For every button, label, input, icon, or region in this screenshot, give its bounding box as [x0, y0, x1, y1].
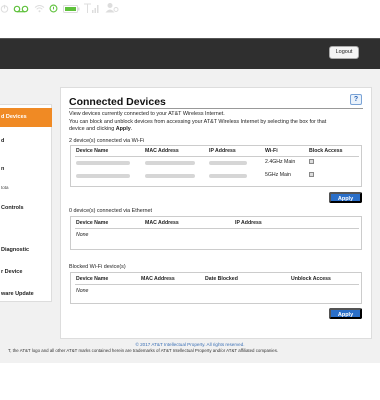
col-mac-address: MAC Address	[145, 220, 179, 226]
sidebar-item-diagnostic[interactable]: Diagnostic	[0, 247, 52, 253]
sidebar-item-2[interactable]: n	[0, 166, 52, 172]
redacted-mac	[145, 174, 195, 178]
redacted-ip	[209, 161, 247, 165]
description-apply: Apply	[115, 126, 131, 132]
redacted-device-name	[76, 174, 130, 178]
page-description: View devices currently connected to your…	[69, 111, 369, 134]
ethernet-section-label: 0 device(s) connected via Ethernet	[69, 208, 153, 214]
signal-icon[interactable]	[84, 0, 104, 17]
redacted-ip	[209, 174, 247, 178]
sidebar-item-update[interactable]: ware Update	[0, 291, 52, 297]
wifi-band: 5GHz Main	[265, 172, 291, 178]
title-divider	[69, 108, 363, 109]
col-block-access: Block Access	[309, 148, 343, 154]
col-ip-address: IP Address	[235, 220, 262, 226]
block-checkbox[interactable]	[309, 172, 314, 177]
sidebar-item-1[interactable]: d	[0, 138, 52, 144]
description-line-3: device and clicking Apply.	[69, 126, 369, 134]
sidebar-item-controls[interactable]: Controls	[0, 205, 52, 211]
sidebar-item-devices[interactable]: d Devices	[0, 108, 52, 127]
page-title: Connected Devices	[69, 96, 166, 108]
ethernet-devices-table: Device Name MAC Address IP Address None	[70, 216, 362, 250]
col-date-blocked: Date Blocked	[205, 276, 238, 282]
description-suffix: .	[130, 126, 133, 132]
redacted-mac	[145, 161, 195, 165]
blocked-section-label: Blocked Wi-Fi device(s)	[69, 264, 126, 270]
logout-button[interactable]: Logout	[329, 46, 359, 59]
col-mac-address: MAC Address	[145, 148, 179, 154]
status-icon[interactable]	[49, 0, 62, 17]
empty-state: None	[76, 232, 89, 238]
description-line-1: View devices currently connected to your…	[69, 111, 225, 117]
wifi-icon[interactable]	[34, 0, 49, 17]
col-mac-address: MAC Address	[141, 276, 175, 282]
blocked-apply-button[interactable]: Apply	[329, 308, 362, 319]
sidebar-item-device[interactable]: r Device	[0, 269, 52, 275]
col-ip-address: IP Address	[209, 148, 236, 154]
wifi-section-label: 2 device(s) connected via Wi-Fi	[69, 138, 145, 144]
wifi-devices-table: Device Name MAC Address IP Address Wi-Fi…	[70, 145, 362, 187]
sidebar: d Devices d n tota Controls Diagnostic r…	[0, 104, 52, 302]
col-device-name: Device Name	[76, 148, 109, 154]
description-prefix: device and clicking	[69, 126, 115, 132]
col-unblock-access: Unblock Access	[291, 276, 331, 282]
wifi-apply-button[interactable]: Apply	[329, 192, 362, 203]
copyright-link[interactable]: © 2017 AT&T Intellectual Property. All r…	[0, 342, 380, 347]
redacted-device-name	[76, 161, 130, 165]
help-icon[interactable]: ?	[350, 94, 362, 105]
col-device-name: Device Name	[76, 276, 109, 282]
blocked-devices-table: Device Name MAC Address Date Blocked Unb…	[70, 272, 362, 304]
block-checkbox[interactable]	[309, 159, 314, 164]
col-device-name: Device Name	[76, 220, 109, 226]
description-line-2: You can block and unblock devices from a…	[69, 118, 327, 125]
col-wifi: Wi-Fi	[265, 148, 278, 154]
header-divider	[75, 228, 359, 229]
header-divider	[75, 156, 359, 157]
battery-icon[interactable]	[62, 0, 84, 17]
power-icon[interactable]	[0, 0, 13, 17]
voicemail-icon[interactable]	[13, 0, 33, 17]
wifi-band: 2.4GHz Main	[265, 159, 296, 165]
trademark-notice: T, the AT&T logo and all other AT&T mark…	[8, 348, 279, 353]
top-bar	[0, 38, 380, 69]
user-settings-icon[interactable]	[105, 0, 119, 17]
header-divider	[75, 284, 359, 285]
sidebar-sub-label: tota	[1, 185, 9, 190]
empty-state: None	[76, 288, 89, 294]
